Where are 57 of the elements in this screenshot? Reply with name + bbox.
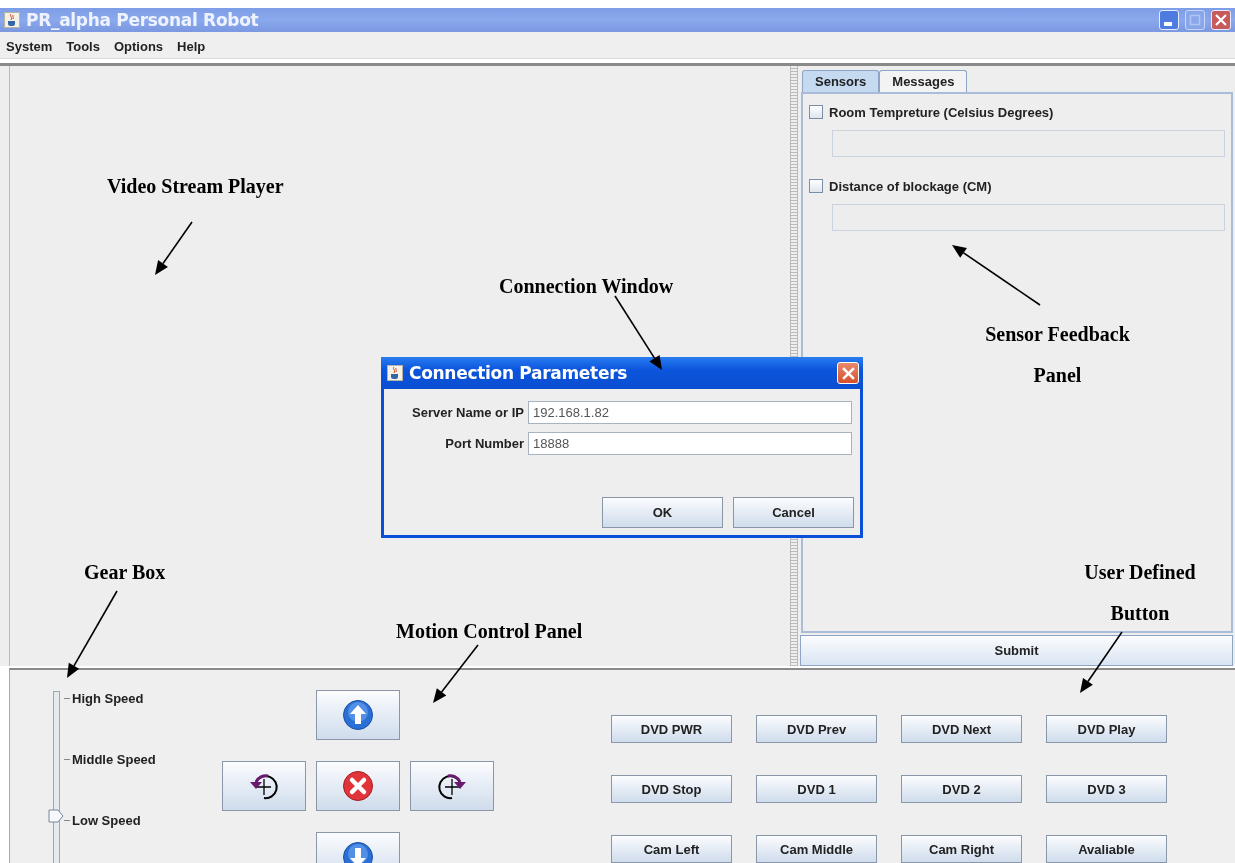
annotation-label: Motion Control Panel bbox=[396, 619, 584, 644]
app-icon bbox=[4, 12, 20, 28]
menu-item[interactable]: Help bbox=[175, 38, 208, 54]
annotation-label: Connection Window bbox=[499, 274, 675, 299]
menu-item[interactable]: System bbox=[4, 38, 55, 54]
annotation-label: User Defined Button bbox=[1083, 560, 1197, 626]
dialog-title: Connection Parameters bbox=[409, 363, 629, 383]
submit-button[interactable]: Submit bbox=[800, 635, 1233, 666]
user-button[interactable]: DVD Next bbox=[901, 715, 1022, 743]
tab[interactable]: Messages bbox=[879, 70, 968, 92]
reading-field[interactable] bbox=[832, 130, 1225, 157]
field-label: Server Name or IP bbox=[411, 405, 524, 420]
speed-label: Middle Speed bbox=[72, 751, 156, 767]
dialog-button[interactable]: OK bbox=[602, 497, 723, 528]
user-button[interactable]: DVD 1 bbox=[756, 775, 877, 803]
user-button[interactable]: Cam Middle bbox=[756, 835, 877, 863]
input-field[interactable]: 18888 bbox=[528, 432, 852, 455]
speed-slider[interactable] bbox=[50, 691, 62, 863]
checkbox[interactable] bbox=[809, 179, 823, 193]
menu-item[interactable]: Options bbox=[111, 38, 166, 54]
annotation-label: Gear Box bbox=[84, 560, 167, 585]
slider-thumb[interactable] bbox=[48, 808, 64, 823]
reading-field[interactable] bbox=[832, 204, 1225, 231]
user-button[interactable]: DVD 2 bbox=[901, 775, 1022, 803]
maximize-icon bbox=[1189, 14, 1201, 26]
user-button[interactable]: Cam Right bbox=[901, 835, 1022, 863]
stop-icon bbox=[342, 770, 374, 802]
speed-label: Low Speed bbox=[72, 812, 141, 828]
tab[interactable]: Sensors bbox=[802, 70, 880, 92]
user-button[interactable]: Avaliable bbox=[1046, 835, 1167, 863]
dialog-icon bbox=[387, 365, 403, 381]
input-field[interactable]: 192.168.1.82 bbox=[528, 401, 852, 424]
motion-button[interactable] bbox=[222, 761, 306, 811]
close-button[interactable] bbox=[1211, 10, 1231, 30]
user-button[interactable]: DVD Play bbox=[1046, 715, 1167, 743]
field-label: Port Number bbox=[444, 436, 524, 451]
annotation-label: Video Stream Player bbox=[107, 174, 285, 200]
user-button[interactable]: Cam Left bbox=[611, 835, 732, 863]
user-button[interactable]: DVD 3 bbox=[1046, 775, 1167, 803]
user-button[interactable]: DVD PWR bbox=[611, 715, 732, 743]
window-title: PR_alpha Personal Robot bbox=[26, 10, 260, 30]
minimize-button[interactable] bbox=[1159, 10, 1179, 30]
motion-button[interactable] bbox=[316, 761, 400, 811]
annotation-label: Sensor Feedback Panel bbox=[984, 322, 1131, 388]
close-icon bbox=[1215, 14, 1227, 26]
dialog-button[interactable]: Cancel bbox=[733, 497, 854, 528]
checkbox-label: Distance of blockage (CM) bbox=[829, 178, 992, 194]
motion-button[interactable] bbox=[316, 690, 400, 740]
menu-item[interactable]: Tools bbox=[64, 38, 102, 54]
checkbox-label: Room Tempreture (Celsius Degrees) bbox=[829, 104, 1054, 120]
minimize-icon bbox=[1163, 21, 1172, 26]
user-button[interactable]: DVD Prev bbox=[756, 715, 877, 743]
motion-button[interactable] bbox=[410, 761, 494, 811]
checkbox[interactable] bbox=[809, 105, 823, 119]
speed-label: High Speed bbox=[72, 690, 144, 706]
close-icon bbox=[841, 366, 855, 380]
user-button[interactable]: DVD Stop bbox=[611, 775, 732, 803]
